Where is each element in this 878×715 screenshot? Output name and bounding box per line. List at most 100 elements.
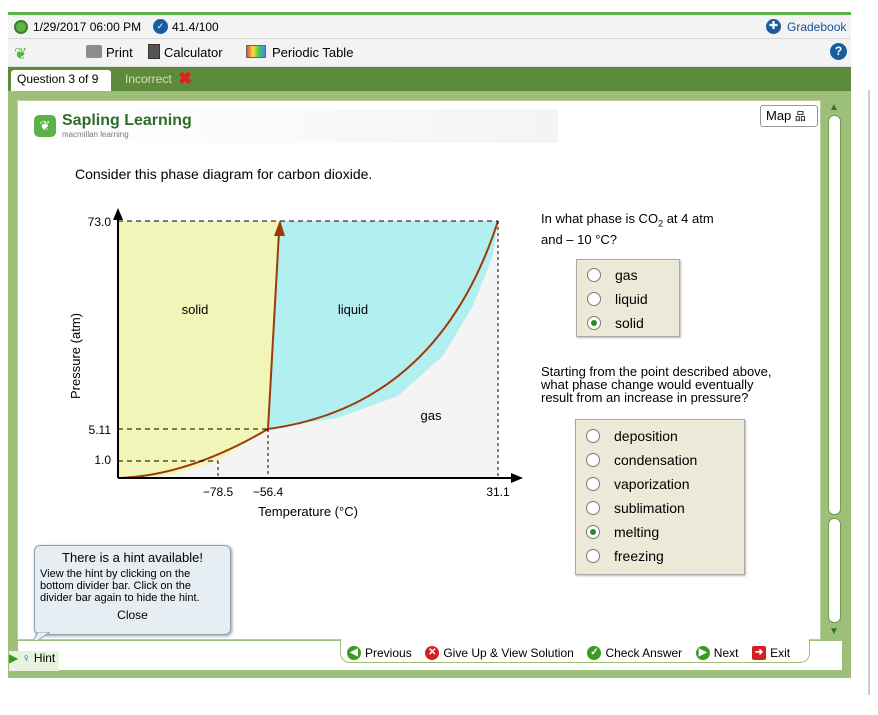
exit-label: Exit [770, 646, 791, 660]
calculator-icon[interactable] [148, 44, 160, 59]
next-button[interactable]: ▶ Next [695, 646, 739, 660]
hint-body: View the hint by clicking on the bottom … [35, 565, 230, 604]
hint-line: View the hint by clicking on the [40, 568, 191, 580]
q1-option[interactable]: solid [577, 311, 679, 335]
clock-icon [14, 20, 28, 34]
q2-option[interactable]: sublimation [576, 496, 744, 520]
top-status-bar: 1/29/2017 06:00 PM ✓ 41.4/100 ✚ Gradeboo… [8, 12, 851, 39]
brand-name: Sapling Learning [62, 112, 192, 129]
help-icon[interactable]: ? [830, 43, 847, 60]
check-icon: ✓ [587, 646, 602, 660]
previous-label: Previous [365, 646, 412, 660]
radio-button[interactable] [587, 268, 601, 282]
gradebook-icon[interactable]: ✚ [766, 19, 781, 34]
phase-diagram: 73.0 5.11 1.0 −78.5 −56.4 31.1 Temperatu… [68, 208, 523, 519]
radio-button[interactable] [586, 501, 600, 515]
calculator-button[interactable]: Calculator [164, 45, 223, 60]
toolbar: ❦ Print Calculator Periodic Table ? [8, 39, 851, 67]
hint-close-button[interactable]: Close [35, 608, 230, 622]
question-1-text: In what phase is CO2 at 4 atm and – 10 °… [541, 211, 714, 248]
q2-text-c: result from an increase in pressure? [541, 390, 749, 405]
exit-button[interactable]: ➜ Exit [752, 646, 790, 660]
hint-tab[interactable]: ▶ ♀ Hint [9, 651, 59, 671]
liquid-label: liquid [338, 302, 368, 317]
gradebook-link[interactable]: Gradebook [787, 20, 846, 34]
y-axis-label: Pressure (atm) [68, 313, 83, 399]
radio-button[interactable] [586, 429, 600, 443]
q1-options: gas liquid solid [576, 259, 680, 337]
vertical-scrollbar[interactable]: ▲ ▼ [826, 100, 843, 640]
x-tick-31-1: 31.1 [486, 485, 510, 499]
previous-icon: ◀ [347, 646, 361, 660]
q2-option-label: condensation [614, 452, 698, 468]
tab-bar: Question 3 of 9 Incorrect ✖ [8, 67, 851, 91]
scroll-thumb[interactable] [828, 115, 841, 515]
y-tick-73: 73.0 [88, 215, 112, 229]
radio-button[interactable] [586, 453, 600, 467]
q2-option[interactable]: deposition [576, 424, 744, 448]
timestamp: 1/29/2017 06:00 PM [33, 20, 142, 34]
x-axis-label: Temperature (°C) [258, 504, 358, 519]
q1-option-label: solid [615, 315, 644, 331]
question-2-text: Starting from the point described above,… [541, 365, 772, 404]
y-axis-arrow [113, 208, 123, 220]
radio-button-selected[interactable] [587, 316, 601, 330]
q1-text-c: and – 10 °C? [541, 231, 618, 247]
x-tick-78-5: −78.5 [203, 485, 234, 499]
next-label: Next [713, 646, 739, 660]
q2-options: deposition condensation vaporization sub… [575, 419, 745, 575]
q2-option-label: vaporization [614, 476, 690, 492]
hint-popup: There is a hint available! View the hint… [34, 545, 231, 635]
exit-icon: ➜ [752, 646, 767, 660]
tab-question[interactable]: Question 3 of 9 [11, 70, 111, 91]
radio-button[interactable] [587, 292, 601, 306]
give-up-button[interactable]: ✕ Give Up & View Solution [425, 646, 574, 660]
previous-button[interactable]: ◀ Previous [347, 646, 412, 660]
q2-option[interactable]: vaporization [576, 472, 744, 496]
hint-title: There is a hint available! [62, 550, 203, 565]
x-tick-56-4: −56.4 [253, 485, 284, 499]
incorrect-x-icon: ✖ [178, 69, 193, 88]
q1-text-b: at 4 atm [663, 211, 714, 226]
q1-text-a: In what phase is CO [541, 211, 659, 226]
check-answer-label: Check Answer [605, 646, 683, 660]
x-axis-arrow [511, 473, 523, 483]
map-label: Map [766, 108, 792, 123]
q2-option[interactable]: condensation [576, 448, 744, 472]
q2-option-label: freezing [614, 548, 664, 564]
periodic-table-button[interactable]: Periodic Table [272, 45, 353, 60]
hint-line: bottom divider bar. Click on the [40, 580, 192, 592]
solid-label: solid [182, 302, 209, 317]
incorrect-label: Incorrect [125, 72, 172, 86]
print-icon[interactable] [86, 45, 102, 58]
q2-option[interactable]: freezing [576, 544, 744, 568]
scroll-down-icon[interactable]: ▼ [829, 626, 839, 637]
page-scrollbar[interactable] [868, 90, 870, 695]
radio-button[interactable] [586, 477, 600, 491]
map-button[interactable]: Map 品 [760, 105, 818, 127]
score: 41.4/100 [172, 20, 219, 34]
q2-option-label: sublimation [614, 500, 685, 516]
periodic-table-icon[interactable] [246, 45, 266, 58]
give-up-icon: ✕ [425, 646, 440, 660]
y-tick-1-0: 1.0 [94, 453, 111, 467]
score-icon: ✓ [153, 19, 168, 34]
map-icon: 品 [794, 111, 806, 123]
scroll-up-icon[interactable]: ▲ [829, 102, 839, 113]
y-tick-5-11: 5.11 [89, 423, 112, 437]
sapling-leaf-icon: ❦ [14, 46, 28, 63]
q2-option[interactable]: melting [576, 520, 744, 544]
q1-option[interactable]: liquid [577, 287, 679, 311]
print-button[interactable]: Print [106, 45, 133, 60]
lightbulb-icon: ♀ [21, 651, 31, 665]
hint-line: divider bar again to hide the hint. [40, 592, 200, 604]
sapling-logo-icon: ❦ [34, 115, 56, 137]
radio-button-selected[interactable] [586, 525, 600, 539]
q1-option[interactable]: gas [577, 263, 679, 287]
scroll-track[interactable] [828, 518, 841, 623]
q1-option-label: gas [615, 267, 638, 283]
give-up-label: Give Up & View Solution [443, 646, 574, 660]
q1-option-label: liquid [615, 291, 648, 307]
radio-button[interactable] [586, 549, 600, 563]
check-answer-button[interactable]: ✓ Check Answer [587, 646, 682, 660]
